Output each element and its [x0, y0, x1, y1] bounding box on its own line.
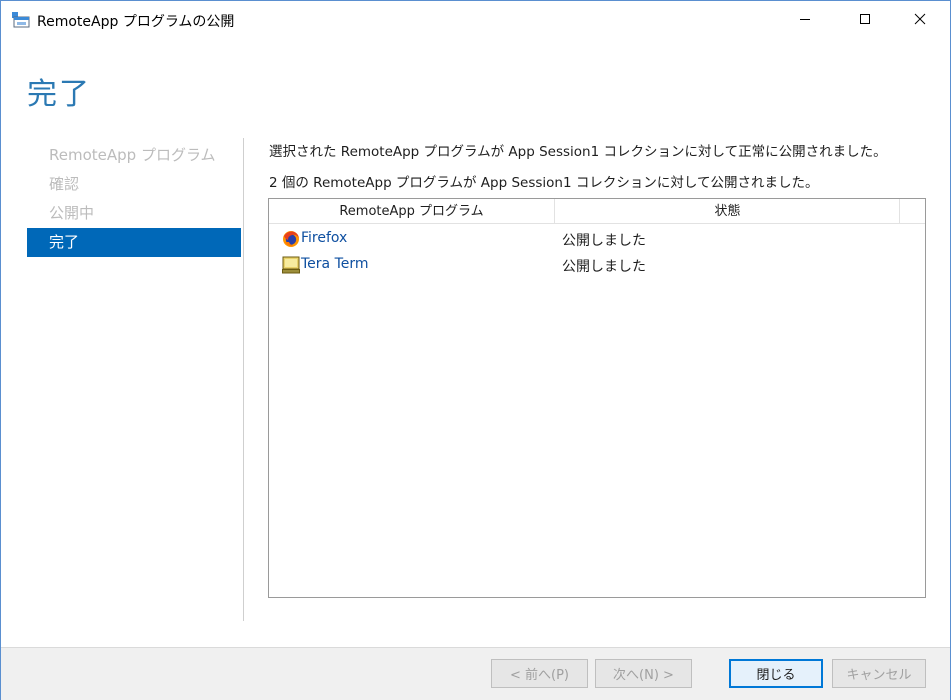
- remoteapp-window-icon: [11, 11, 31, 29]
- column-header-status[interactable]: 状態: [556, 199, 900, 224]
- nav-item-publishing[interactable]: 公開中: [27, 199, 241, 228]
- title-bar[interactable]: RemoteApp プログラムの公開: [1, 1, 950, 39]
- nav-item-complete[interactable]: 完了: [27, 228, 241, 257]
- column-header-program[interactable]: RemoteApp プログラム: [269, 199, 555, 224]
- page-title: 完了: [27, 77, 91, 112]
- nav-divider: [243, 138, 244, 621]
- published-programs-list[interactable]: RemoteApp プログラム 状態 Firefox 公開しました Tera T…: [268, 198, 926, 598]
- count-message: 2 個の RemoteApp プログラムが App Session1 コレクショ…: [269, 175, 819, 191]
- minimize-button[interactable]: [782, 1, 828, 37]
- program-name: Firefox: [301, 230, 348, 246]
- cancel-button[interactable]: キャンセル: [832, 659, 926, 688]
- publish-remoteapp-dialog: RemoteApp プログラムの公開 完了 RemoteApp プログラム 確認…: [0, 0, 951, 700]
- wizard-nav: RemoteApp プログラム 確認 公開中 完了: [27, 141, 241, 257]
- previous-button[interactable]: < 前へ(P): [491, 659, 588, 688]
- firefox-icon: [282, 230, 300, 248]
- close-button[interactable]: 閉じる: [729, 659, 823, 688]
- minimize-icon: [800, 19, 810, 20]
- close-icon: [914, 13, 926, 25]
- program-name: Tera Term: [301, 256, 369, 272]
- tera-term-icon: [282, 256, 300, 274]
- list-item[interactable]: Tera Term 公開しました: [269, 252, 925, 278]
- maximize-button[interactable]: [842, 1, 888, 37]
- nav-item-confirm[interactable]: 確認: [27, 170, 241, 199]
- window-title: RemoteApp プログラムの公開: [37, 14, 235, 30]
- list-header: RemoteApp プログラム 状態: [269, 199, 925, 224]
- program-status: 公開しました: [562, 259, 646, 275]
- nav-item-remoteapp-programs[interactable]: RemoteApp プログラム: [27, 141, 241, 170]
- list-item[interactable]: Firefox 公開しました: [269, 226, 925, 252]
- maximize-icon: [860, 14, 870, 24]
- success-message: 選択された RemoteApp プログラムが App Session1 コレクシ…: [269, 144, 887, 160]
- next-button[interactable]: 次へ(N) >: [595, 659, 692, 688]
- close-window-button[interactable]: [897, 1, 943, 37]
- program-status: 公開しました: [562, 233, 646, 249]
